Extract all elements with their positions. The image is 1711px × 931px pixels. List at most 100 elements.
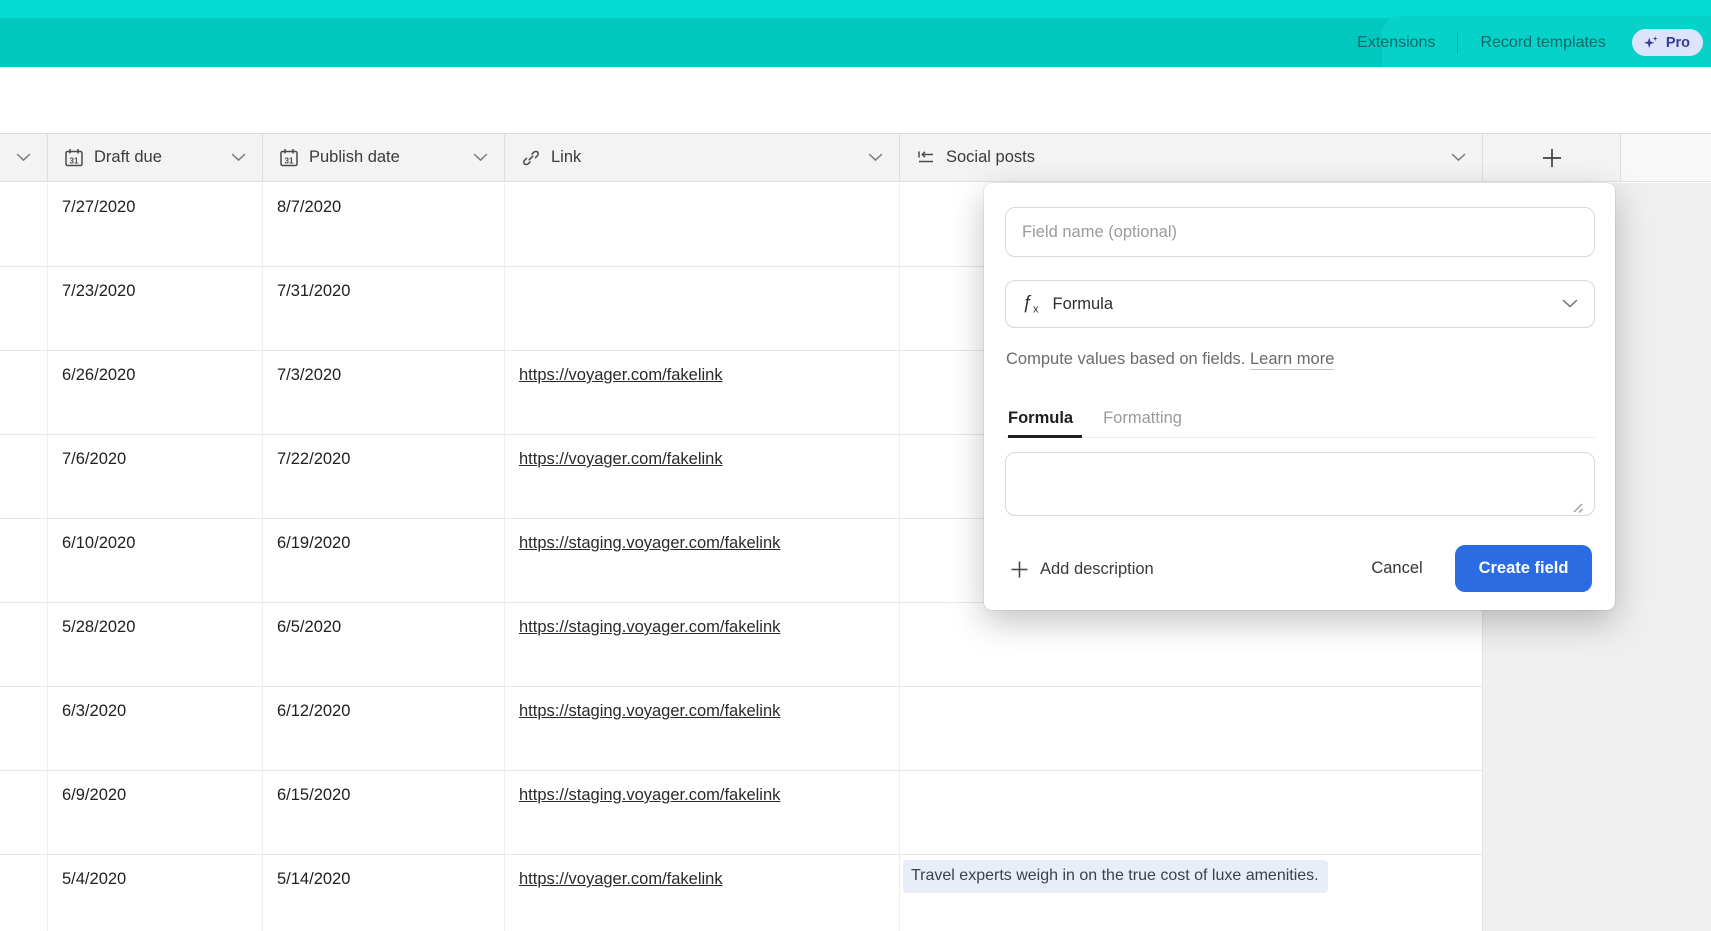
- link-value[interactable]: https://voyager.com/fakelink: [519, 870, 723, 888]
- link-cell[interactable]: https://staging.voyager.com/fakelink: [505, 771, 900, 854]
- draft-due-cell[interactable]: 7/6/2020: [48, 435, 263, 518]
- link-cell[interactable]: https://staging.voyager.com/fakelink: [505, 603, 900, 686]
- field-name-input[interactable]: [1005, 207, 1595, 257]
- draft-due-value: 6/10/2020: [62, 534, 135, 552]
- tab-formula[interactable]: Formula: [1008, 409, 1073, 428]
- social-posts-cell[interactable]: [900, 603, 1483, 686]
- row-stub-cell[interactable]: [0, 351, 48, 434]
- record-templates-button[interactable]: Record templates: [1458, 34, 1627, 52]
- draft-due-value: 7/23/2020: [62, 282, 135, 300]
- grid-header-row: 31 Draft due 31 Publish date: [0, 133, 1711, 182]
- column-label: Social posts: [946, 148, 1035, 167]
- tab-bar-border: [1005, 437, 1595, 438]
- chevron-down-icon[interactable]: [1451, 153, 1466, 162]
- chevron-down-icon: [1562, 299, 1578, 309]
- column-header-draft-due[interactable]: 31 Draft due: [48, 134, 263, 181]
- formula-fx-icon: ƒx: [1022, 292, 1040, 316]
- row-stub-cell[interactable]: [0, 603, 48, 686]
- link-value[interactable]: https://voyager.com/fakelink: [519, 366, 723, 384]
- row-stub-cell[interactable]: [0, 771, 48, 854]
- row-stub-cell[interactable]: [0, 435, 48, 518]
- publish-date-value: 6/12/2020: [277, 702, 350, 720]
- draft-due-value: 6/9/2020: [62, 786, 126, 804]
- link-cell[interactable]: https://staging.voyager.com/fakelink: [505, 687, 900, 770]
- sparkle-icon: [1643, 35, 1659, 51]
- publish-date-value: 7/22/2020: [277, 450, 350, 468]
- draft-due-cell[interactable]: 6/10/2020: [48, 519, 263, 602]
- add-field-button[interactable]: [1483, 134, 1621, 181]
- social-posts-cell[interactable]: Travel experts weigh in on the true cost…: [900, 855, 1483, 931]
- chevron-down-icon[interactable]: [473, 153, 488, 162]
- learn-more-link[interactable]: Learn more: [1250, 350, 1334, 370]
- table-row: 6/3/2020 6/12/2020 https://staging.voyag…: [0, 687, 1483, 771]
- link-cell[interactable]: [505, 267, 900, 350]
- draft-due-cell[interactable]: 6/3/2020: [48, 687, 263, 770]
- plus-icon: [1541, 147, 1563, 169]
- draft-due-cell[interactable]: 7/27/2020: [48, 183, 263, 266]
- publish-date-value: 7/31/2020: [277, 282, 350, 300]
- table-row: 5/28/2020 6/5/2020 https://staging.voyag…: [0, 603, 1483, 687]
- draft-due-cell[interactable]: 6/9/2020: [48, 771, 263, 854]
- draft-due-value: 5/4/2020: [62, 870, 126, 888]
- publish-date-cell[interactable]: 7/31/2020: [263, 267, 505, 350]
- draft-due-cell[interactable]: 6/26/2020: [48, 351, 263, 434]
- publish-date-cell[interactable]: 6/12/2020: [263, 687, 505, 770]
- column-header-publish-date[interactable]: 31 Publish date: [263, 134, 505, 181]
- field-type-help-text: Compute values based on fields. Learn mo…: [1006, 350, 1334, 369]
- column-header-social-posts[interactable]: Social posts: [900, 134, 1483, 181]
- draft-due-value: 7/6/2020: [62, 450, 126, 468]
- column-header-link[interactable]: Link: [505, 134, 900, 181]
- row-stub-cell[interactable]: [0, 267, 48, 350]
- cancel-button[interactable]: Cancel: [1362, 545, 1432, 592]
- link-icon: [521, 148, 541, 168]
- publish-date-value: 6/15/2020: [277, 786, 350, 804]
- pro-badge[interactable]: Pro: [1632, 29, 1703, 56]
- create-field-dialog: ƒx Formula Compute values based on field…: [984, 183, 1615, 610]
- link-cell[interactable]: https://voyager.com/fakelink: [505, 351, 900, 434]
- link-value[interactable]: https://staging.voyager.com/fakelink: [519, 702, 780, 720]
- formula-input[interactable]: [1005, 452, 1595, 516]
- publish-date-cell[interactable]: 6/19/2020: [263, 519, 505, 602]
- publish-date-cell[interactable]: 6/5/2020: [263, 603, 505, 686]
- tab-formatting[interactable]: Formatting: [1103, 409, 1182, 428]
- draft-due-cell[interactable]: 7/23/2020: [48, 267, 263, 350]
- row-stub-cell[interactable]: [0, 687, 48, 770]
- publish-date-cell[interactable]: 7/3/2020: [263, 351, 505, 434]
- link-value[interactable]: https://staging.voyager.com/fakelink: [519, 618, 780, 636]
- social-posts-cell[interactable]: [900, 687, 1483, 770]
- add-description-button[interactable]: Add description: [1010, 557, 1154, 581]
- publish-date-cell[interactable]: 6/15/2020: [263, 771, 505, 854]
- link-cell[interactable]: https://voyager.com/fakelink: [505, 855, 900, 931]
- create-field-button[interactable]: Create field: [1455, 545, 1592, 592]
- row-stub-cell[interactable]: [0, 519, 48, 602]
- publish-date-value: 6/5/2020: [277, 618, 341, 636]
- field-type-dropdown[interactable]: ƒx Formula: [1005, 280, 1595, 328]
- extensions-button[interactable]: Extensions: [1335, 34, 1457, 52]
- publish-date-cell[interactable]: 8/7/2020: [263, 183, 505, 266]
- long-text-field-icon: [916, 148, 936, 168]
- row-stub-cell[interactable]: [0, 183, 48, 266]
- chevron-down-icon[interactable]: [16, 153, 31, 162]
- link-cell[interactable]: https://staging.voyager.com/fakelink: [505, 519, 900, 602]
- calendar-icon: 31: [279, 148, 299, 168]
- link-cell[interactable]: [505, 183, 900, 266]
- previous-column-header-stub[interactable]: [0, 134, 48, 181]
- plus-icon: [1010, 560, 1029, 579]
- publish-date-cell[interactable]: 5/14/2020: [263, 855, 505, 931]
- link-value[interactable]: https://staging.voyager.com/fakelink: [519, 534, 780, 552]
- row-stub-cell[interactable]: [0, 855, 48, 931]
- top-app-bar: Extensions Record templates Pro: [0, 0, 1711, 67]
- draft-due-value: 5/28/2020: [62, 618, 135, 636]
- social-posts-cell[interactable]: [900, 771, 1483, 854]
- draft-due-value: 6/26/2020: [62, 366, 135, 384]
- link-cell[interactable]: https://voyager.com/fakelink: [505, 435, 900, 518]
- draft-due-cell[interactable]: 5/28/2020: [48, 603, 263, 686]
- publish-date-cell[interactable]: 7/22/2020: [263, 435, 505, 518]
- chevron-down-icon[interactable]: [231, 153, 246, 162]
- view-toolbar: [0, 67, 1711, 133]
- chevron-down-icon[interactable]: [868, 153, 883, 162]
- draft-due-cell[interactable]: 5/4/2020: [48, 855, 263, 931]
- link-value[interactable]: https://voyager.com/fakelink: [519, 450, 723, 468]
- draft-due-value: 7/27/2020: [62, 198, 135, 216]
- link-value[interactable]: https://staging.voyager.com/fakelink: [519, 786, 780, 804]
